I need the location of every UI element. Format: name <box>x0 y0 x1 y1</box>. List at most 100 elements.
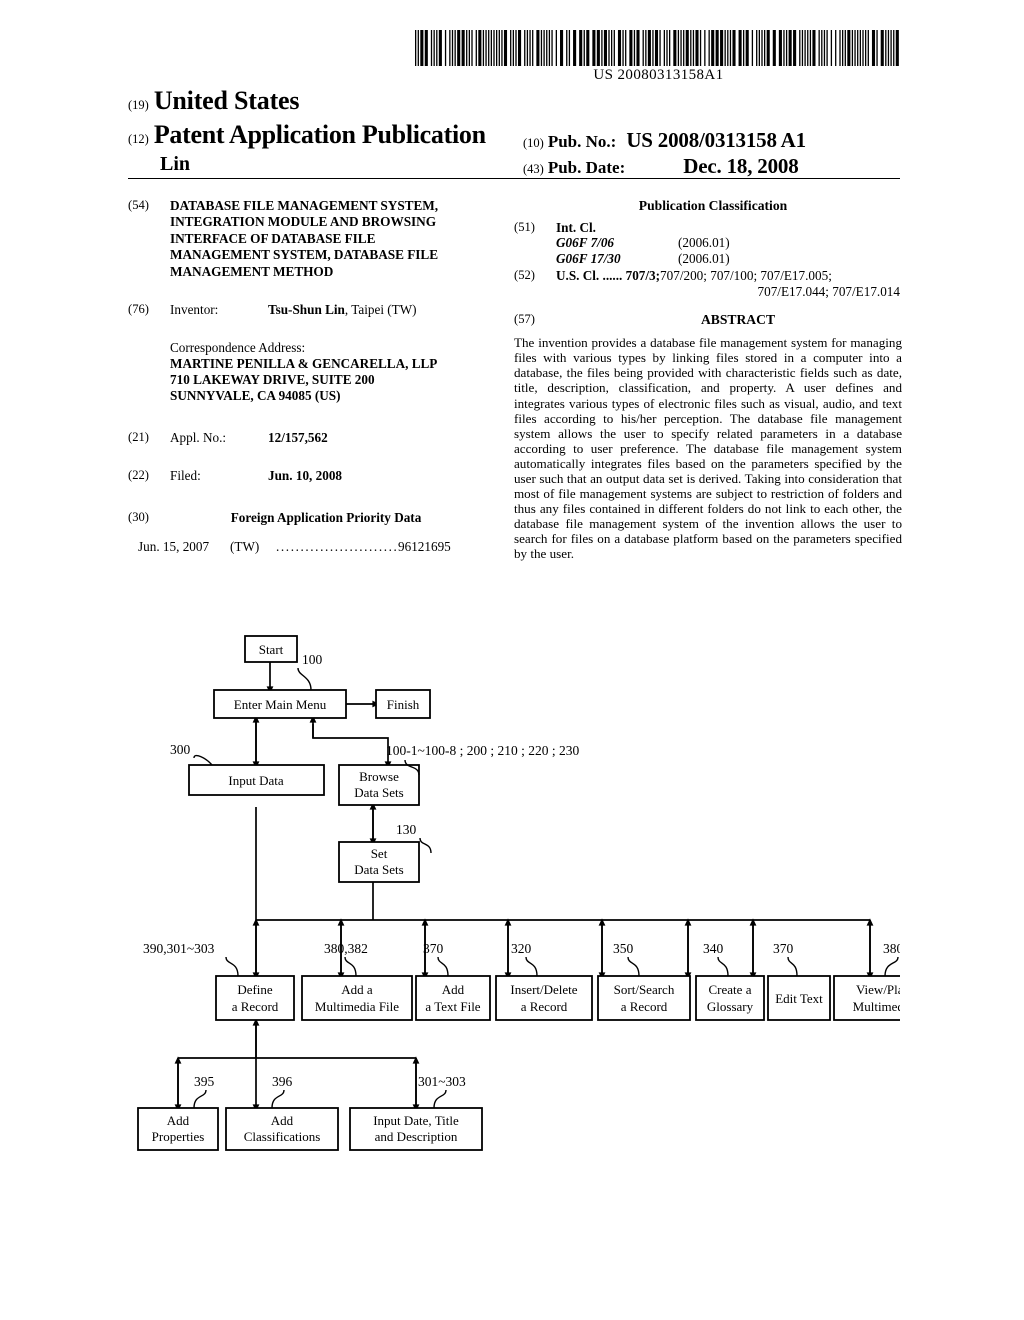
bibliographic-left-column: (54) DATABASE FILE MANAGEMENT SYSTEM, IN… <box>128 198 500 555</box>
appl-no-label: Appl. No.: <box>170 430 227 446</box>
field-abstract: (57) ABSTRACT <box>514 312 902 328</box>
node-insert-delete-record: Insert/Delete a Record <box>495 975 593 1021</box>
applicant-name: Lin <box>160 153 191 175</box>
node-add-classifications: Add Classifications <box>225 1107 339 1151</box>
node-insert-delete-record-line2: a Record <box>521 999 568 1014</box>
node-view-play-multimedia-line1: View/Play <box>856 982 900 997</box>
inid-12: (12) <box>128 132 149 146</box>
priority-leader-dots: ...................................... <box>276 539 398 555</box>
inventor-name: Tsu-Shun Lin <box>268 302 345 318</box>
us-cl-rest: 707/200; 707/100; 707/E17.005; <box>660 268 832 284</box>
inid-54: (54) <box>128 198 149 212</box>
flowchart-boxes: Start Enter Main Menu Finish Input Data … <box>137 635 900 1151</box>
masthead: (19) United States (12) Patent Application… <box>128 86 900 178</box>
int-cl-version: (2006.01) <box>678 235 730 251</box>
filed-value: Jun. 10, 2008 <box>268 468 343 484</box>
correspondence-address: Correspondence Address: MARTINE PENILLA … <box>128 340 500 405</box>
field-inventor: (76) Inventor: Tsu-Shun Lin, Taipei (TW) <box>128 302 500 318</box>
inid-10: (10) <box>523 136 544 150</box>
correspondence-line: SUNNYVALE, CA 94085 (US) <box>170 388 341 404</box>
ref-add-text-file: 370 <box>423 941 444 956</box>
country-name: United States <box>153 86 300 115</box>
appl-no-value: 12/157,562 <box>268 430 328 446</box>
country-line: (19) United States <box>128 86 299 116</box>
node-start-label: Start <box>259 642 284 657</box>
invention-title: DATABASE FILE MANAGEMENT SYSTEM, INTEGRA… <box>170 198 500 280</box>
doc-type: Patent Application Publication <box>153 120 486 149</box>
filed-row: Filed: Jun. 10, 2008 <box>170 468 500 484</box>
abstract-heading: ABSTRACT <box>700 311 776 327</box>
priority-date: Jun. 15, 2007 <box>138 539 210 555</box>
pub-number-line: (10) Pub. No.: US 2008/0313158 A1 <box>523 128 806 153</box>
ref-main-menu: 100 <box>302 652 323 667</box>
node-add-text-file: Add a Text File <box>415 975 491 1021</box>
us-cl-primary: 707/3; <box>625 268 661 284</box>
node-add-multimedia-file-line1: Add a <box>341 982 373 997</box>
inventor-row: Inventor: Tsu-Shun Lin, Taipei (TW) <box>170 302 500 318</box>
int-cl-entry: G06F 7/06 (2006.01) <box>556 235 902 251</box>
node-input-date-title-line1: Input Date, Title <box>373 1113 459 1128</box>
node-set-data-sets-line1: Set <box>371 846 388 861</box>
node-set-data-sets: Set Data Sets <box>338 841 420 883</box>
inid-19: (19) <box>128 98 149 112</box>
node-add-classifications-line1: Add <box>271 1113 294 1128</box>
barcode-block: US 20080313158A1 <box>415 30 902 83</box>
foreign-priority-heading: Foreign Application Priority Data <box>230 509 422 525</box>
field-us-cl: (52) U.S. Cl. ...... 707/3;707/200; 707/… <box>514 268 902 299</box>
node-add-multimedia-file: Add a Multimedia File <box>301 975 413 1021</box>
node-input-date-title-description: Input Date, Title and Description <box>349 1107 483 1151</box>
field-title: (54) DATABASE FILE MANAGEMENT SYSTEM, IN… <box>128 198 500 280</box>
ref-define-a-record: 390,301~303 <box>143 941 215 956</box>
title-line: MANAGEMENT SYSTEM, DATABASE FILE <box>170 247 439 263</box>
node-view-play-multimedia-line2: Multimedia <box>853 999 900 1014</box>
abstract-text: The invention provides a database file m… <box>514 335 902 562</box>
title-line: INTERFACE OF DATABASE FILE <box>170 230 376 246</box>
node-browse-data-sets: Browse Data Sets <box>338 764 420 806</box>
node-enter-main-menu-label: Enter Main Menu <box>234 697 327 712</box>
node-input-data-label: Input Data <box>228 773 283 788</box>
node-finish: Finish <box>375 689 431 719</box>
node-finish-label: Finish <box>387 697 420 712</box>
node-set-data-sets-line2: Data Sets <box>354 862 403 877</box>
pub-number-label: Pub. No.: <box>547 132 617 151</box>
node-add-classifications-line2: Classifications <box>244 1129 321 1144</box>
inid-43: (43) <box>523 162 544 176</box>
node-create-glossary-line1: Create a <box>709 982 752 997</box>
ref-set-data-sets: 130 <box>396 822 417 837</box>
inid-76: (76) <box>128 302 149 317</box>
pub-date-line: (43) Pub. Date: Dec. 18, 2008 <box>523 154 799 179</box>
node-create-glossary-line2: Glossary <box>707 999 754 1014</box>
node-start: Start <box>244 635 298 663</box>
priority-number: 96121695 <box>398 539 451 555</box>
ref-add-multimedia: 380,382 <box>324 941 368 956</box>
node-input-date-title-line2: and Description <box>375 1129 458 1144</box>
node-input-data: Input Data <box>188 764 325 796</box>
bibliographic-right-column: Publication Classification (51) Int. Cl.… <box>514 198 902 562</box>
correspondence-line: MARTINE PENILLA & GENCARELLA, LLP <box>170 355 438 371</box>
node-create-glossary: Create a Glossary <box>695 975 765 1021</box>
us-cl-line-1: U.S. Cl. ...... 707/3;707/200; 707/100; … <box>556 268 902 284</box>
flowchart-connectors <box>174 662 874 1112</box>
node-add-properties-line1: Add <box>167 1113 190 1128</box>
node-browse-data-sets-line2: Data Sets <box>354 785 403 800</box>
title-line: MANAGEMENT METHOD <box>170 263 334 279</box>
node-edit-text: Edit Text <box>767 975 831 1021</box>
priority-country: (TW) <box>230 539 260 555</box>
inventor-location: , Taipei (TW) <box>344 302 417 318</box>
inid-57: (57) <box>514 311 535 326</box>
ref-browse-data-sets: 100-1~100-8 ; 200 ; 210 ; 220 ; 230 <box>386 743 580 758</box>
node-browse-data-sets-line1: Browse <box>359 769 399 784</box>
node-define-a-record-line1: Define <box>237 982 273 997</box>
int-cl-code: G06F 7/06 <box>556 235 615 251</box>
node-define-a-record-line2: a Record <box>232 999 279 1014</box>
ref-add-classifications: 396 <box>272 1074 293 1089</box>
appl-no-row: Appl. No.: 12/157,562 <box>170 430 500 446</box>
node-insert-delete-record-line1: Insert/Delete <box>510 982 577 997</box>
flowchart-figure: Start Enter Main Menu Finish Input Data … <box>128 620 900 1160</box>
node-sort-search-record-line1: Sort/Search <box>614 982 675 997</box>
correspondence-heading: Correspondence Address: <box>170 339 306 355</box>
node-view-play-multimedia: View/Play Multimedia <box>833 975 900 1021</box>
ref-add-properties: 395 <box>194 1074 215 1089</box>
field-int-cl: (51) Int. Cl. G06F 7/06 (2006.01) G06F 17… <box>514 220 902 267</box>
inid-30: (30) <box>128 509 149 524</box>
